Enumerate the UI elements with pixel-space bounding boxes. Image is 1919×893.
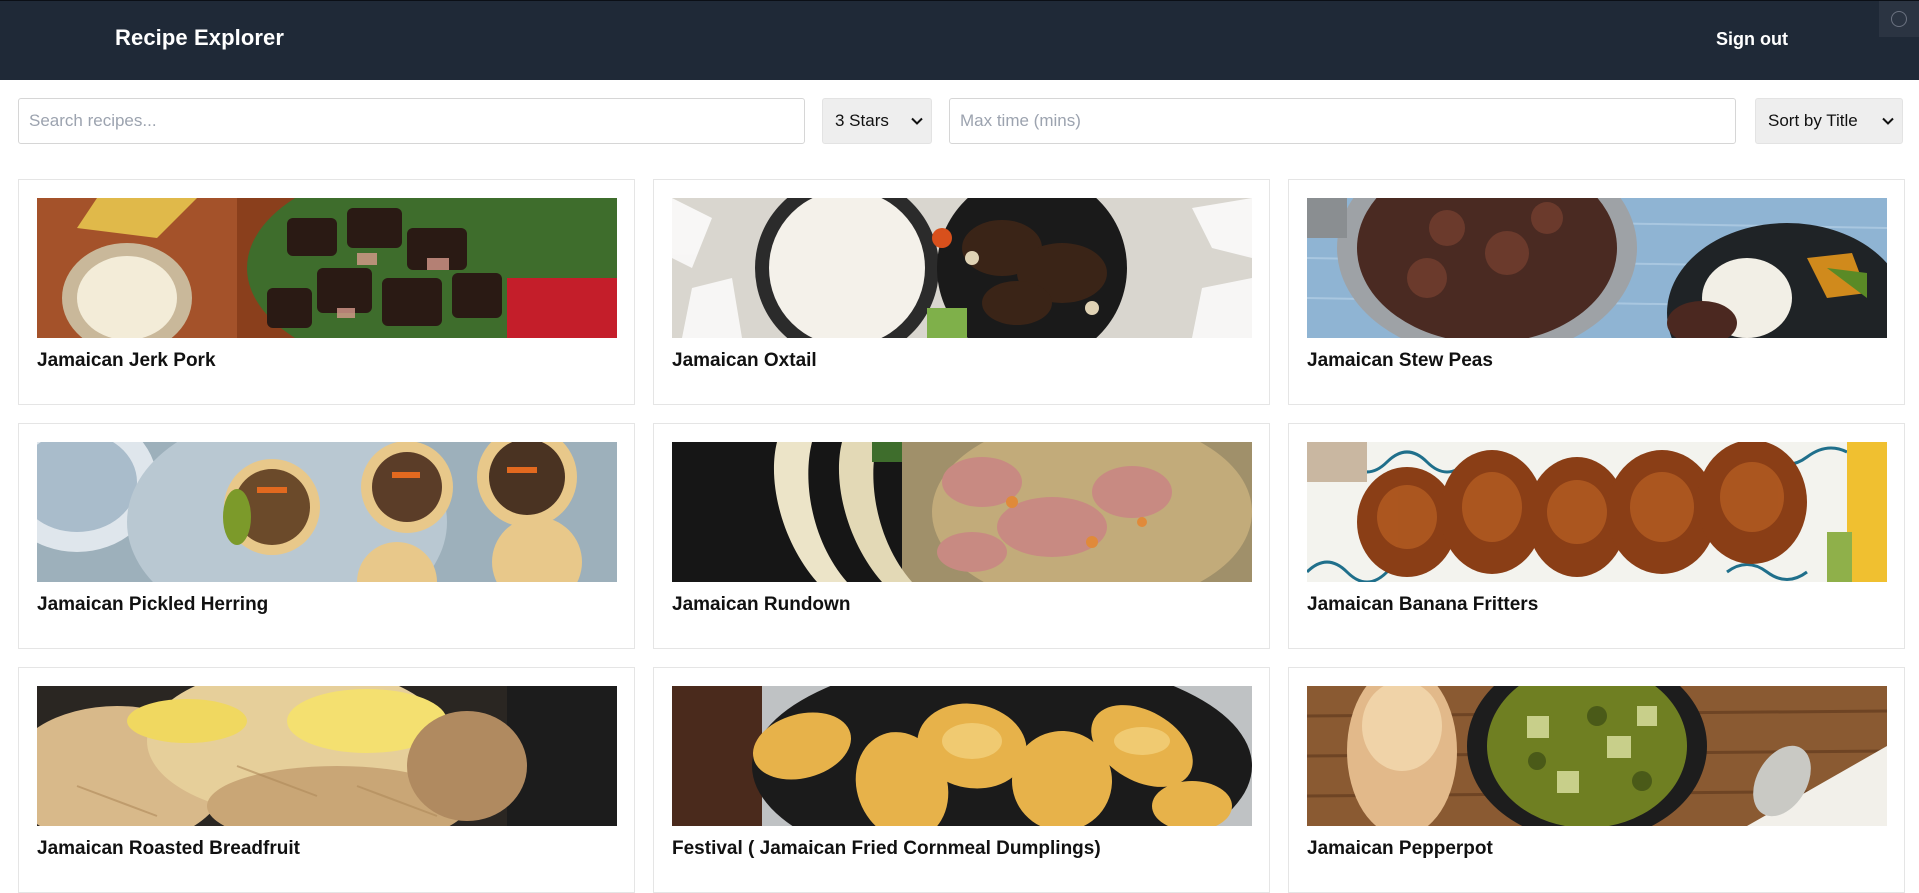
max-time-input[interactable] [949, 98, 1736, 144]
recipe-card[interactable]: Jamaican Pickled Herring [18, 423, 635, 649]
recipe-title[interactable]: Jamaican Rundown [672, 594, 850, 616]
recipe-card[interactable]: Jamaican Jerk Pork [18, 179, 635, 405]
top-navbar: Recipe Explorer Sign out [0, 0, 1919, 80]
recipe-card[interactable]: Jamaican Roasted Breadfruit [18, 667, 635, 893]
recipe-title[interactable]: Jamaican Stew Peas [1307, 350, 1493, 372]
rating-select-value: 3 Stars [835, 111, 889, 130]
recipe-grid: Jamaican Jerk Pork Jamaican Oxtail Jamai… [18, 179, 1905, 893]
recipe-image [672, 198, 1252, 338]
recipe-card[interactable]: Jamaican Banana Fritters [1288, 423, 1905, 649]
recipe-image [37, 686, 617, 826]
recipe-title[interactable]: Jamaican Jerk Pork [37, 350, 216, 372]
recipe-title[interactable]: Festival ( Jamaican Fried Cornmeal Dumpl… [672, 838, 1101, 860]
recipe-card[interactable]: Jamaican Pepperpot [1288, 667, 1905, 893]
recipe-title[interactable]: Jamaican Banana Fritters [1307, 594, 1538, 616]
sign-out-link[interactable]: Sign out [1716, 29, 1788, 50]
filter-bar: 3 Stars Sort by Title [18, 98, 1903, 144]
rating-select[interactable]: 3 Stars [822, 98, 932, 144]
recipe-card[interactable]: Festival ( Jamaican Fried Cornmeal Dumpl… [653, 667, 1270, 893]
recipe-image [37, 442, 617, 582]
recipe-card[interactable]: Jamaican Rundown [653, 423, 1270, 649]
app-title[interactable]: Recipe Explorer [115, 25, 284, 51]
extension-icon[interactable] [1879, 1, 1919, 37]
recipe-title[interactable]: Jamaican Pickled Herring [37, 594, 268, 616]
recipe-card[interactable]: Jamaican Stew Peas [1288, 179, 1905, 405]
recipe-image [672, 442, 1252, 582]
recipe-image [672, 686, 1252, 826]
recipe-image [1307, 198, 1887, 338]
recipe-image [1307, 686, 1887, 826]
recipe-title[interactable]: Jamaican Oxtail [672, 350, 817, 372]
sort-select[interactable]: Sort by Title [1755, 98, 1903, 144]
recipe-image [1307, 442, 1887, 582]
recipe-image [37, 198, 617, 338]
sort-select-value: Sort by Title [1768, 111, 1858, 130]
chevron-down-icon [1882, 117, 1894, 125]
recipe-title[interactable]: Jamaican Pepperpot [1307, 838, 1493, 860]
recipe-card[interactable]: Jamaican Oxtail [653, 179, 1270, 405]
chevron-down-icon [911, 117, 923, 125]
recipe-title[interactable]: Jamaican Roasted Breadfruit [37, 838, 300, 860]
search-input[interactable] [18, 98, 805, 144]
